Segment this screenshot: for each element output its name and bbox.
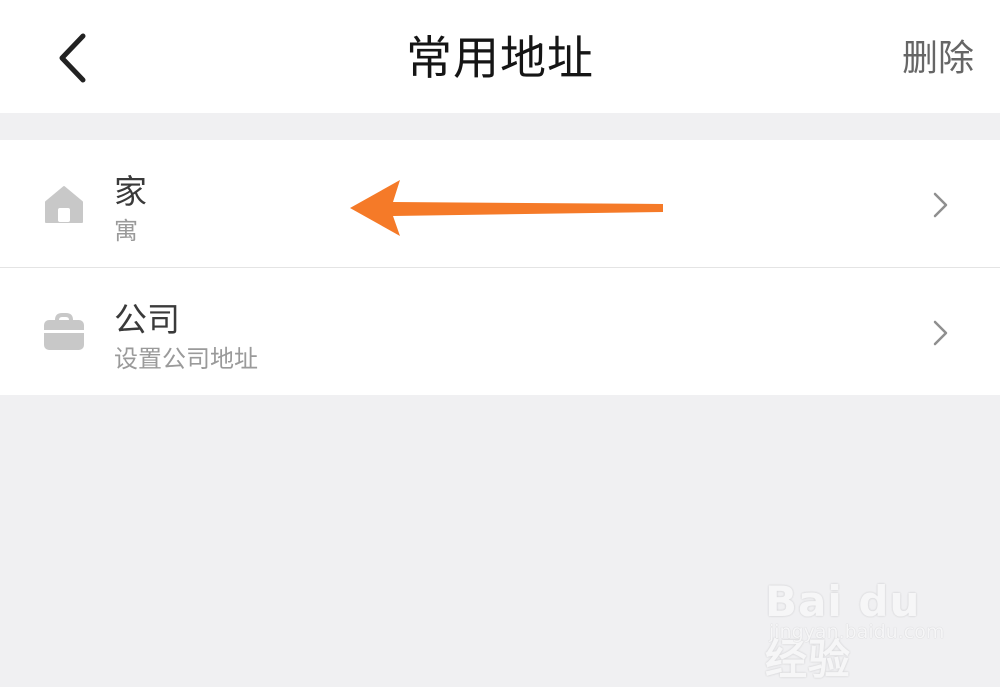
- briefcase-icon: [44, 313, 84, 350]
- nav-bar: 常用地址 删除: [0, 0, 1000, 113]
- address-subtitle: 寓: [114, 217, 138, 245]
- watermark-url: jingyan.baidu.com: [769, 621, 945, 643]
- chevron-right-icon: [933, 320, 948, 346]
- home-icon: [45, 186, 83, 223]
- watermark: Bai du 经验 jingyan.baidu.com: [765, 555, 965, 684]
- address-title: 家: [114, 172, 147, 211]
- address-row-company[interactable]: 公司 设置公司地址: [0, 267, 1000, 395]
- page-title: 常用地址: [406, 31, 594, 85]
- delete-button[interactable]: 删除: [902, 34, 974, 84]
- address-title: 公司: [114, 300, 180, 339]
- annotation-arrow: [350, 180, 663, 236]
- chevron-right-icon: [933, 192, 948, 218]
- address-subtitle: 设置公司地址: [114, 345, 258, 373]
